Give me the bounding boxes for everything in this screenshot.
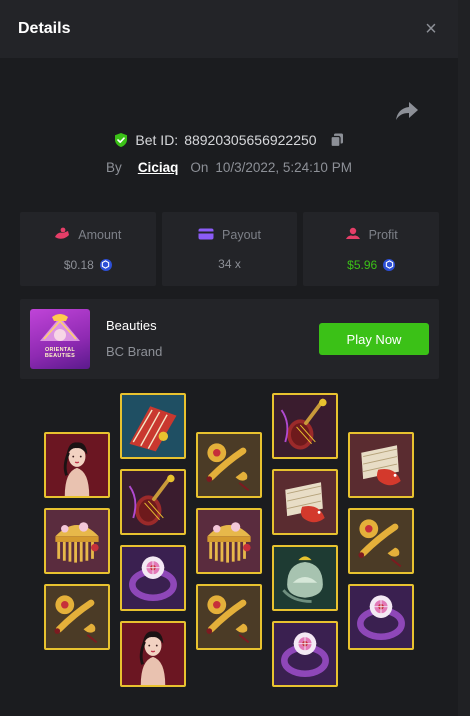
- slot-symbol-pipa: [120, 469, 186, 535]
- payout-stat: Payout 34 x: [161, 212, 298, 286]
- slot-symbol-ring: [348, 584, 414, 650]
- slot-symbol-beauty: [44, 432, 110, 498]
- amount-icon: [54, 227, 70, 244]
- slot-symbol-teapot: [272, 545, 338, 611]
- profit-value: $5.96: [347, 257, 378, 272]
- coin-icon: [383, 258, 396, 271]
- profit-stat: Profit $5.96: [303, 212, 440, 286]
- slot-symbol-koi: [272, 469, 338, 535]
- amount-stat: Amount $0.18: [20, 212, 156, 286]
- scrollbar-track[interactable]: [458, 0, 470, 716]
- coin-icon: [99, 258, 112, 271]
- profit-icon: [345, 227, 361, 244]
- slot-symbol-ring: [272, 621, 338, 687]
- slot-symbol-pipa: [272, 393, 338, 459]
- amount-label: Amount: [78, 228, 122, 242]
- slot-symbol-comb: [44, 508, 110, 574]
- slot-symbol-ruyi: [196, 432, 262, 498]
- modal-header: Details ×: [0, 0, 458, 58]
- slot-symbol-ring: [120, 545, 186, 611]
- slot-symbol-beauty: [120, 621, 186, 687]
- bet-stats: Amount $0.18 Payout 34 x Profit $5.96: [20, 212, 440, 286]
- amount-value: $0.18: [63, 257, 94, 272]
- game-name[interactable]: Beauties: [106, 318, 157, 333]
- slot-symbol-ruyi: [196, 584, 262, 650]
- bet-id-label: Bet ID:: [135, 132, 179, 148]
- payout-value: 34 x: [218, 256, 241, 271]
- game-card: ORIENTAL BEAUTIES Beauties BC Brand Play…: [20, 299, 439, 379]
- bet-id-value: 88920305656922250: [184, 132, 317, 148]
- slot-symbol-comb: [196, 508, 262, 574]
- profit-label: Profit: [368, 228, 398, 242]
- game-brand: BC Brand: [106, 344, 163, 359]
- close-icon[interactable]: ×: [422, 19, 440, 39]
- shield-check-icon: [113, 132, 129, 148]
- payout-icon: [198, 228, 214, 243]
- by-label: By: [106, 159, 122, 175]
- bet-meta-row: By Ciciaq On 10/3/2022, 5:24:10 PM: [0, 156, 458, 178]
- slot-symbol-fan: [120, 393, 186, 459]
- slot-symbol-koi: [348, 432, 414, 498]
- copy-icon[interactable]: [329, 132, 345, 148]
- thumb-logo-text: ORIENTAL BEAUTIES: [44, 347, 76, 359]
- slot-symbol-ruyi: [44, 584, 110, 650]
- bet-id-row: Bet ID: 88920305656922250: [0, 128, 458, 152]
- play-now-button[interactable]: Play Now: [319, 323, 429, 355]
- share-icon[interactable]: [395, 100, 419, 122]
- bet-datetime: 10/3/2022, 5:24:10 PM: [215, 159, 352, 175]
- username-link[interactable]: Ciciaq: [138, 160, 179, 175]
- modal-title: Details: [18, 20, 71, 37]
- on-label: On: [190, 159, 209, 175]
- game-thumbnail[interactable]: ORIENTAL BEAUTIES: [30, 309, 90, 369]
- slot-symbol-ruyi: [348, 508, 414, 574]
- payout-label: Payout: [222, 228, 261, 242]
